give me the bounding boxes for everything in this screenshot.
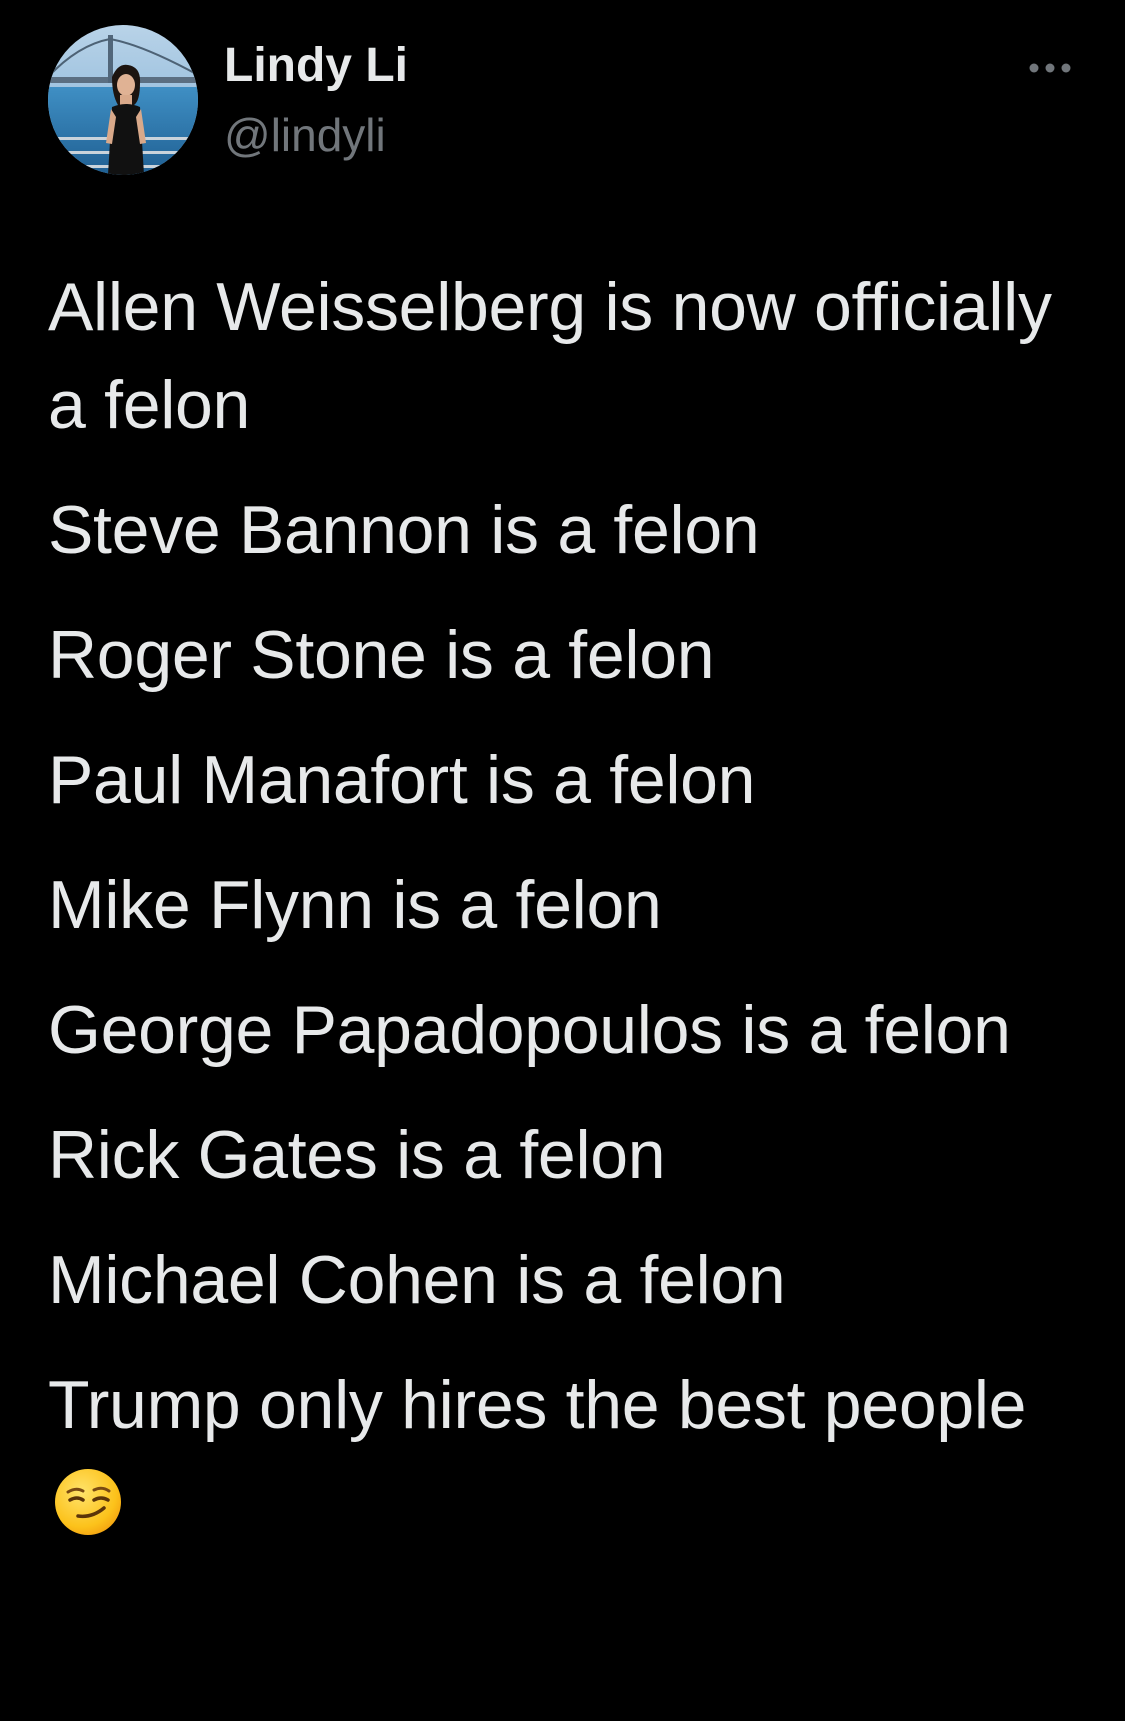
smirking-face-emoji-icon [55, 1469, 121, 1535]
tweet-line: Steve Bannon is a felon [48, 492, 760, 568]
tweet-line: Mike Flynn is a felon [48, 867, 662, 943]
tweet-closing-text: Trump only hires the best people [48, 1367, 1027, 1443]
tweet-line: Allen Weisselberg is now officially a fe… [48, 269, 1052, 443]
author-handle[interactable]: @lindyli [224, 108, 386, 162]
more-dots-icon [1029, 63, 1071, 73]
tweet-line: Rick Gates is a felon [48, 1117, 666, 1193]
tweet-line: Roger Stone is a felon [48, 617, 715, 693]
tweet-line: Michael Cohen is a felon [48, 1242, 786, 1318]
avatar-photo [48, 25, 198, 175]
tweet-line: Paul Manafort is a felon [48, 742, 756, 818]
tweet-text: Allen Weisselberg is now officially a fe… [48, 258, 1088, 1579]
author-name[interactable]: Lindy Li [224, 38, 408, 94]
more-options-button[interactable] [1022, 56, 1078, 80]
avatar[interactable] [48, 25, 198, 175]
tweet-line: George Papadopoulos is a felon [48, 992, 1011, 1068]
tweet: Lindy Li @lindyli Allen Weisselberg is n… [0, 0, 1125, 1721]
tweet-closing-line: Trump only hires the best people [48, 1356, 1088, 1552]
